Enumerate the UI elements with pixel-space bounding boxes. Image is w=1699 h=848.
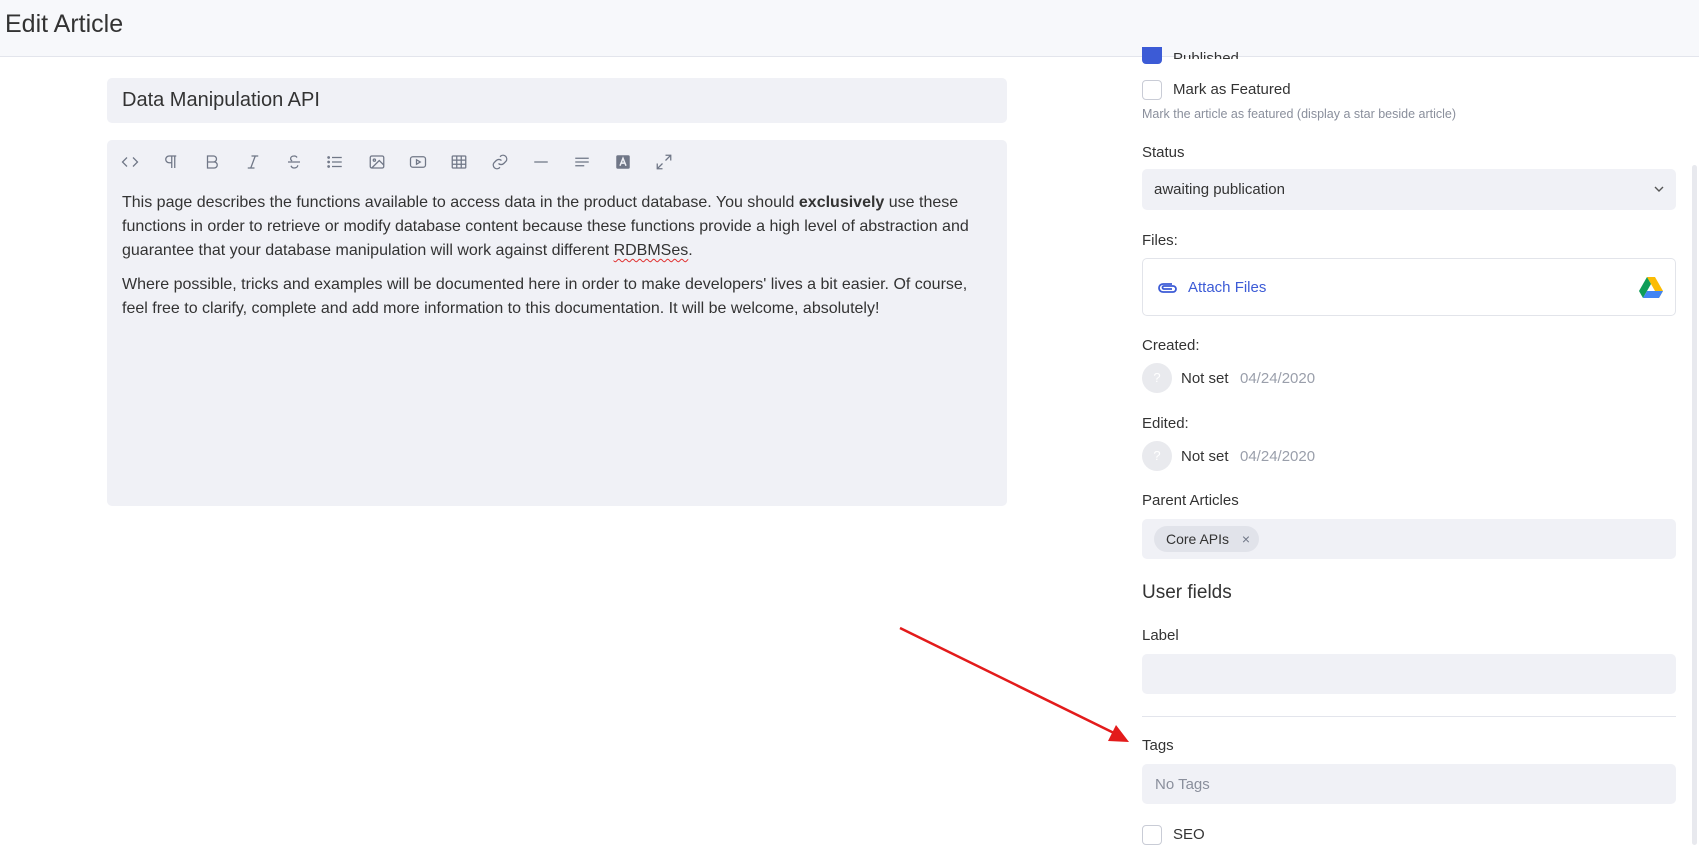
user-fields-title: User fields	[1142, 582, 1232, 603]
tags-label: Tags	[1142, 737, 1174, 754]
rich-text-editor[interactable]: This page describes the functions availa…	[107, 140, 1007, 506]
avatar: ?	[1142, 363, 1172, 393]
strikethrough-icon[interactable]	[282, 150, 306, 174]
editor-paragraph: Where possible, tricks and examples will…	[122, 276, 968, 317]
seo-label: SEO	[1173, 826, 1205, 843]
close-icon[interactable]: ×	[1242, 526, 1250, 552]
parent-article-chip: Core APIs ×	[1154, 526, 1260, 552]
status-label: Status	[1142, 144, 1185, 161]
sidebar-scrollbar[interactable]	[1692, 165, 1697, 845]
avatar: ?	[1142, 441, 1172, 471]
created-label: Created:	[1142, 337, 1200, 354]
files-dropzone[interactable]: Attach Files	[1142, 258, 1676, 316]
header-bar: Edit Article	[0, 0, 1699, 57]
published-label: Published	[1173, 50, 1239, 59]
google-drive-icon[interactable]	[1639, 276, 1663, 298]
italic-icon[interactable]	[241, 150, 265, 174]
tags-input[interactable]: No Tags	[1142, 764, 1676, 804]
featured-hint: Mark the article as featured (display a …	[1142, 107, 1457, 121]
status-select[interactable]: awaiting publication	[1142, 169, 1676, 210]
article-settings-sidebar: Published Mark as Featured Mark the arti…	[1142, 47, 1676, 848]
list-icon[interactable]	[323, 150, 347, 174]
tags-placeholder: No Tags	[1155, 776, 1210, 793]
status-value: awaiting publication	[1154, 181, 1285, 198]
fullscreen-icon[interactable]	[652, 150, 676, 174]
editor-toolbar	[107, 140, 1007, 184]
editor-paragraph: This page describes the functions availa…	[122, 191, 997, 263]
edited-date: 04/24/2020	[1240, 448, 1316, 465]
misspelled-word: RDBMSes	[613, 242, 689, 259]
label-input[interactable]	[1142, 654, 1676, 694]
link-icon[interactable]	[488, 150, 512, 174]
created-date: 04/24/2020	[1240, 370, 1316, 387]
article-title-input[interactable]: Data Manipulation API	[107, 78, 1007, 123]
attach-files-link[interactable]: Attach Files	[1188, 279, 1266, 296]
text-run: .	[688, 242, 693, 259]
text-color-icon[interactable]	[611, 150, 635, 174]
code-icon[interactable]	[118, 150, 142, 174]
divider	[1142, 716, 1676, 717]
horizontal-rule-icon[interactable]	[529, 150, 553, 174]
image-icon[interactable]	[365, 150, 389, 174]
edited-label: Edited:	[1142, 415, 1189, 432]
parent-articles-input[interactable]: Core APIs ×	[1142, 519, 1676, 559]
page-title: Edit Article	[5, 10, 124, 38]
bold-icon[interactable]	[200, 150, 224, 174]
chip-label: Core APIs	[1166, 531, 1230, 547]
table-icon[interactable]	[447, 150, 471, 174]
label-field-label: Label	[1142, 627, 1179, 644]
text-run: This page describes the functions availa…	[122, 194, 799, 211]
align-icon[interactable]	[570, 150, 594, 174]
paperclip-icon	[1158, 283, 1177, 293]
published-checkbox[interactable]	[1142, 47, 1162, 64]
paragraph-icon[interactable]	[159, 150, 183, 174]
featured-checkbox[interactable]	[1142, 80, 1162, 100]
featured-label: Mark as Featured	[1173, 81, 1291, 98]
parent-articles-label: Parent Articles	[1142, 492, 1239, 509]
video-icon[interactable]	[406, 150, 430, 174]
editor-content[interactable]: This page describes the functions availa…	[122, 191, 997, 331]
seo-checkbox[interactable]	[1142, 825, 1162, 845]
edited-by: Not set	[1181, 448, 1229, 465]
chevron-down-icon	[1654, 186, 1664, 192]
files-label: Files:	[1142, 232, 1178, 249]
bold-text: exclusively	[798, 194, 885, 211]
created-by: Not set	[1181, 370, 1229, 387]
